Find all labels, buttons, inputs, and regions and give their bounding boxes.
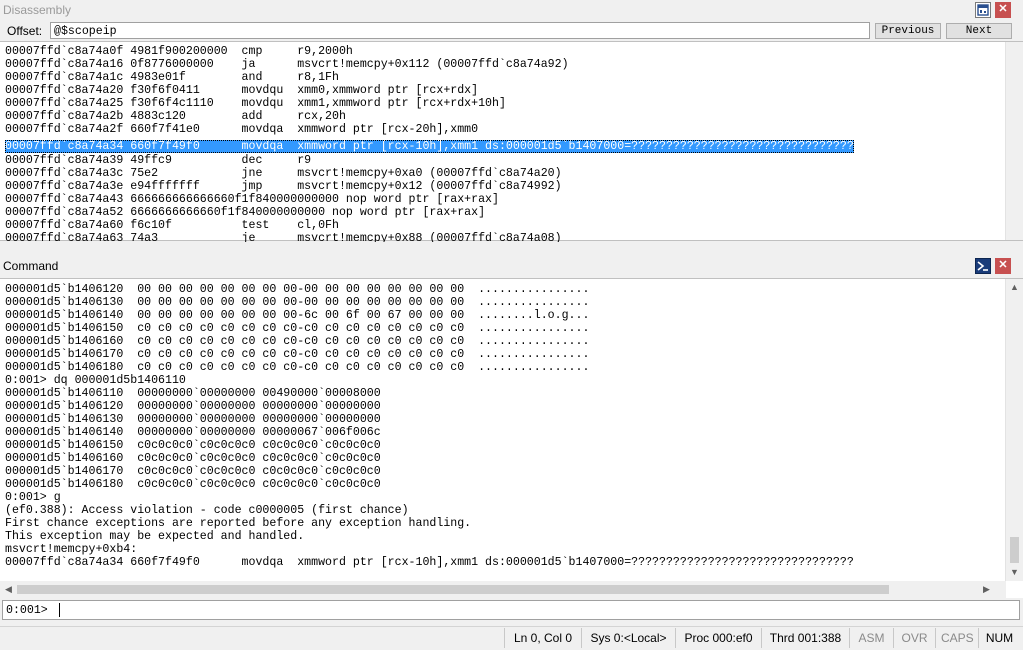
command-titlebar: Command ✕ xyxy=(0,256,1023,276)
offset-input-value: @$scopeip xyxy=(54,25,117,38)
disassembly-line[interactable]: 00007ffd`c8a74a43 666666666666660f1f8400… xyxy=(5,193,1004,206)
disassembly-line-current[interactable]: 00007ffd`c8a74a34 660f7f49f0 movdqa xmmw… xyxy=(5,140,854,153)
horizontal-scroll-thumb[interactable] xyxy=(17,585,889,594)
command-output-line: (ef0.388): Access violation - code c0000… xyxy=(5,504,409,517)
command-output-line: 000001d5`b1406110 00000000`00000000 0049… xyxy=(5,387,381,400)
disassembly-line[interactable]: 00007ffd`c8a74a0f 4981f900200000 cmp r9,… xyxy=(5,45,1004,58)
command-input-row: 0:001> xyxy=(2,600,1020,620)
command-output-line: 000001d5`b1406180 c0 c0 c0 c0 c0 c0 c0 c… xyxy=(5,361,590,374)
disassembly-line[interactable]: 00007ffd`c8a74a52 6666666666660f1f840000… xyxy=(5,206,1004,219)
disassembly-lines: 00007ffd`c8a74a0f 4981f900200000 cmp r9,… xyxy=(5,45,1004,245)
disassembly-titlebar: Disassembly ✕ xyxy=(0,0,1023,20)
command-title: Command xyxy=(3,259,59,273)
disassembly-line[interactable]: 00007ffd`c8a74a60 f6c10f test cl,0Fh xyxy=(5,219,1004,232)
scroll-left-arrow-icon[interactable]: ◀ xyxy=(0,581,17,598)
disassembly-scrollbar[interactable] xyxy=(1005,42,1023,240)
pane-splitter[interactable] xyxy=(0,242,1023,255)
offset-bar: Offset: @$scopeip xyxy=(2,22,1021,41)
command-output-line: 0:001> g xyxy=(5,491,61,504)
command-output-line: 000001d5`b1406120 00 00 00 00 00 00 00 0… xyxy=(5,283,590,296)
command-close-icon[interactable]: ✕ xyxy=(995,258,1011,274)
command-vertical-scrollbar[interactable]: ▲ ▼ xyxy=(1005,279,1023,581)
command-output-line: First chance exceptions are reported bef… xyxy=(5,517,472,530)
status-num: NUM xyxy=(978,628,1020,648)
command-output-line: 000001d5`b1406130 00 00 00 00 00 00 00 0… xyxy=(5,296,590,309)
disassembly-line[interactable]: 00007ffd`c8a74a39 49ffc9 dec r9 xyxy=(5,154,1004,167)
status-asm: ASM xyxy=(849,628,893,648)
command-prompt-icon[interactable] xyxy=(975,258,991,274)
command-output-line: 000001d5`b1406120 00000000`00000000 0000… xyxy=(5,400,381,413)
vertical-scroll-thumb[interactable] xyxy=(1010,537,1019,563)
next-button[interactable]: Next xyxy=(946,23,1012,39)
disassembly-line[interactable]: 00007ffd`c8a74a25 f30f6f4c1110 movdqu xm… xyxy=(5,97,1004,110)
window-restore-icon[interactable] xyxy=(975,2,991,18)
status-position: Ln 0, Col 0 xyxy=(504,628,581,648)
command-output-line: 000001d5`b1406170 c0 c0 c0 c0 c0 c0 c0 c… xyxy=(5,348,590,361)
status-thrd: Thrd 001:388 xyxy=(761,628,849,648)
disassembly-title: Disassembly xyxy=(3,3,72,17)
command-output-line: 000001d5`b1406150 c0c0c0c0`c0c0c0c0 c0c0… xyxy=(5,439,381,452)
command-output[interactable]: 000001d5`b1406120 00 00 00 00 00 00 00 0… xyxy=(0,278,1023,598)
command-prompt-label: 0:001> xyxy=(6,604,48,617)
disassembly-line[interactable]: 00007ffd`c8a74a3e e94fffffff jmp msvcrt!… xyxy=(5,180,1004,193)
command-output-line: 000001d5`b1406140 00 00 00 00 00 00 00 0… xyxy=(5,309,590,322)
close-icon[interactable]: ✕ xyxy=(995,2,1011,18)
command-output-line: 000001d5`b1406170 c0c0c0c0`c0c0c0c0 c0c0… xyxy=(5,465,381,478)
command-horizontal-scrollbar[interactable]: ◀ ▶ xyxy=(0,581,1006,598)
previous-button[interactable]: Previous xyxy=(875,23,941,39)
command-output-line: 0:001> dq 000001d5b1406110 xyxy=(5,374,186,387)
command-output-line: This exception may be expected and handl… xyxy=(5,530,305,543)
command-output-lines: 000001d5`b1406120 00 00 00 00 00 00 00 0… xyxy=(5,283,1004,577)
disassembly-view[interactable]: 00007ffd`c8a74a0f 4981f900200000 cmp r9,… xyxy=(0,41,1023,245)
disassembly-line[interactable]: 00007ffd`c8a74a20 f30f6f0411 movdqu xmm0… xyxy=(5,84,1004,97)
status-ovr: OVR xyxy=(893,628,935,648)
command-output-line: 00007ffd`c8a74a34 660f7f49f0 movdqa xmmw… xyxy=(5,556,854,569)
command-input[interactable] xyxy=(61,602,1011,617)
scroll-right-arrow-icon[interactable]: ▶ xyxy=(978,581,995,598)
command-output-line: 000001d5`b1406160 c0 c0 c0 c0 c0 c0 c0 c… xyxy=(5,335,590,348)
disassembly-line[interactable]: 00007ffd`c8a74a2b 4883c120 add rcx,20h xyxy=(5,110,1004,123)
disassembly-line[interactable]: 00007ffd`c8a74a2f 660f7f41e0 movdqa xmmw… xyxy=(5,123,1004,136)
disassembly-line[interactable]: 00007ffd`c8a74a3c 75e2 jne msvcrt!memcpy… xyxy=(5,167,1004,180)
disassembly-line[interactable]: 00007ffd`c8a74a16 0f8776000000 ja msvcrt… xyxy=(5,58,1004,71)
command-output-line: msvcrt!memcpy+0xb4: xyxy=(5,543,138,556)
scroll-up-arrow-icon[interactable]: ▲ xyxy=(1006,279,1023,296)
command-output-line: 000001d5`b1406150 c0 c0 c0 c0 c0 c0 c0 c… xyxy=(5,322,590,335)
scroll-down-arrow-icon[interactable]: ▼ xyxy=(1006,564,1023,581)
command-output-line: 000001d5`b1406180 c0c0c0c0`c0c0c0c0 c0c0… xyxy=(5,478,381,491)
text-cursor xyxy=(59,603,60,617)
status-caps: CAPS xyxy=(935,628,978,648)
offset-label: Offset: xyxy=(7,24,43,38)
status-proc: Proc 000:ef0 xyxy=(675,628,761,648)
command-output-line: 000001d5`b1406130 00000000`00000000 0000… xyxy=(5,413,381,426)
offset-input[interactable]: @$scopeip xyxy=(50,22,870,39)
command-output-line: 000001d5`b1406140 00000000`00000000 0000… xyxy=(5,426,381,439)
status-sys: Sys 0:<Local> xyxy=(581,628,675,648)
command-output-line: 000001d5`b1406160 c0c0c0c0`c0c0c0c0 c0c0… xyxy=(5,452,381,465)
disassembly-line[interactable]: 00007ffd`c8a74a1c 4983e01f and r8,1Fh xyxy=(5,71,1004,84)
